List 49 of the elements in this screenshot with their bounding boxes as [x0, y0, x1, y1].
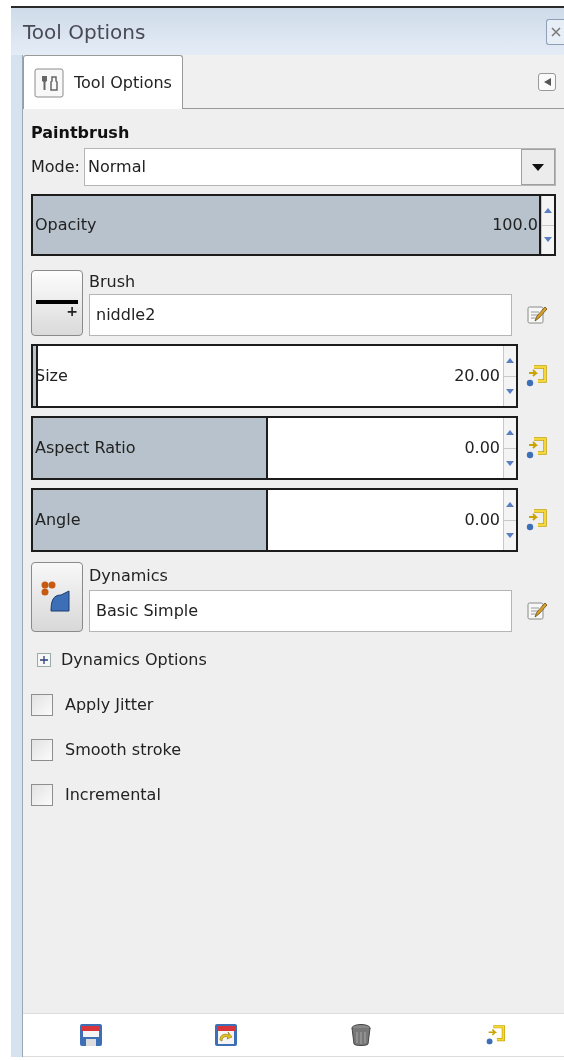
slider-label: Opacity	[34, 214, 97, 236]
save-button[interactable]	[77, 1022, 104, 1048]
slider-value: 20.00	[454, 365, 501, 387]
edit-icon[interactable]	[526, 304, 548, 326]
tab-menu-button[interactable]	[538, 72, 556, 91]
mode-label: Mode:	[31, 156, 80, 178]
dynamics-button[interactable]	[31, 562, 83, 632]
restore-button[interactable]	[212, 1022, 239, 1048]
slider-label: Angle	[34, 509, 81, 531]
down-arrow-icon	[506, 460, 514, 466]
trash-can-icon	[350, 1023, 373, 1047]
reset-icon	[525, 436, 549, 460]
dynamics-field[interactable]: Basic Simple	[89, 590, 512, 632]
checkbox[interactable]	[31, 783, 53, 806]
close-icon	[550, 26, 561, 37]
reset-icon	[525, 364, 549, 388]
edit-icon[interactable]	[526, 600, 548, 622]
window-title: Tool Options	[23, 18, 146, 46]
slider-value: 0.00	[464, 509, 501, 531]
slider-value: 100.0	[492, 214, 539, 236]
up-arrow-icon	[506, 358, 514, 364]
checkbox[interactable]	[31, 738, 53, 761]
brush-label: Brush	[89, 271, 137, 293]
expand-icon[interactable]	[37, 653, 51, 667]
slider-label: Aspect Ratio	[34, 437, 136, 459]
slider-value: 0.00	[464, 437, 501, 459]
expander-label: Dynamics Options	[61, 649, 207, 671]
checkbox-label: Incremental	[65, 783, 161, 806]
up-arrow-icon	[506, 430, 514, 436]
reset-icon	[485, 1024, 508, 1046]
down-arrow-icon	[506, 388, 514, 394]
down-arrow-icon	[544, 237, 552, 243]
brush-field[interactable]: niddle2	[89, 294, 512, 336]
left-arrow-icon	[543, 77, 551, 86]
close-button[interactable]	[546, 18, 564, 45]
checkbox-label: Apply Jitter	[65, 693, 154, 716]
tab[interactable]: Tool Options	[23, 55, 183, 109]
checkbox[interactable]	[31, 693, 53, 716]
reset-icon	[525, 508, 549, 532]
tool-name: Paintbrush	[31, 122, 131, 143]
floppy-icon	[78, 1023, 103, 1047]
dynamics-label: Dynamics	[89, 565, 169, 587]
up-arrow-icon	[506, 502, 514, 508]
checkbox-label: Smooth stroke	[65, 738, 181, 761]
down-arrow-icon	[506, 532, 514, 538]
mode-dropdown[interactable]: Normal	[84, 148, 556, 186]
brush-preview-button[interactable]: +	[31, 270, 83, 336]
up-arrow-icon	[544, 207, 552, 213]
tools-icon	[34, 67, 64, 98]
